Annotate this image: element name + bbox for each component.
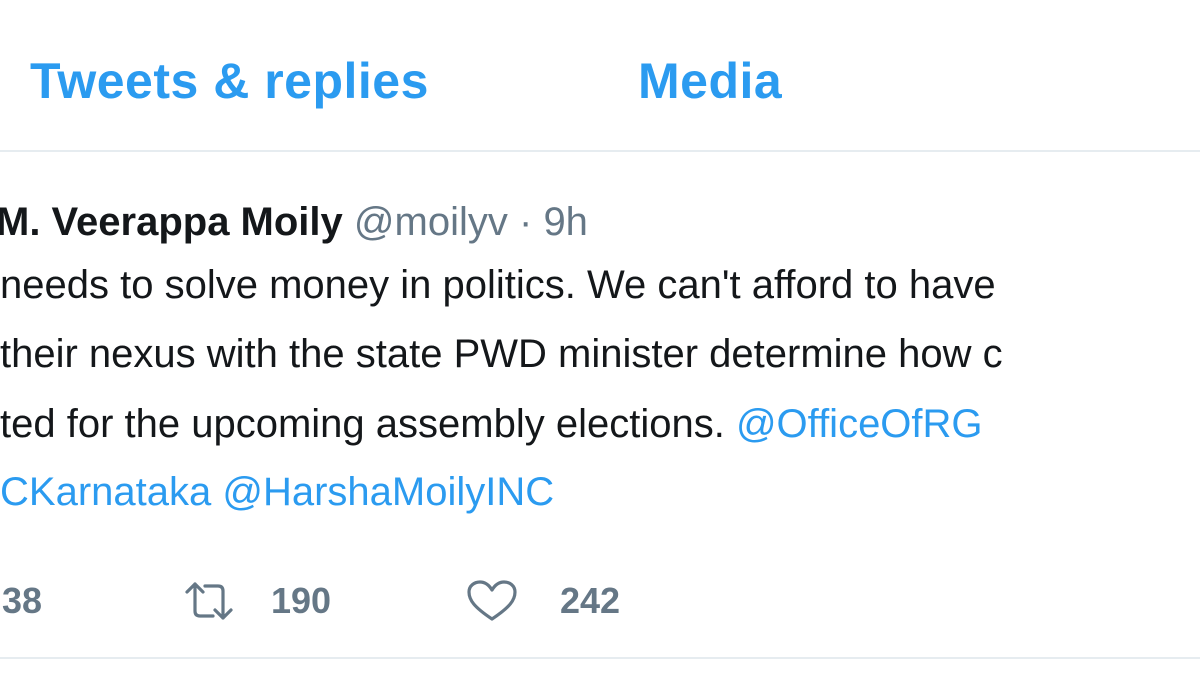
- retweet-button[interactable]: 190: [183, 576, 331, 626]
- tweet-text-line: their nexus with the state PWD minister …: [0, 332, 1003, 376]
- tweet-text-line: CKarnataka @HarshaMoilyINC: [0, 468, 554, 516]
- reply-button[interactable]: 38: [2, 576, 42, 626]
- retweet-count: 190: [271, 580, 332, 621]
- mention-link[interactable]: @OfficeOfRG: [736, 402, 983, 446]
- retweet-icon: [183, 579, 235, 623]
- profile-tabs-bar: Tweets & replies Media: [0, 0, 1200, 152]
- tweet-timestamp[interactable]: 9h: [543, 200, 588, 244]
- tweet-text-line: needs to solve money in politics. We can…: [0, 263, 996, 307]
- tweet-actions: 38 190 242: [0, 576, 1200, 626]
- tweet-text: ted for the upcoming assembly elections.: [0, 402, 725, 446]
- header-separator: ·: [518, 200, 533, 244]
- mention-link[interactable]: @HarshaMoilyINC: [222, 470, 554, 514]
- tweet-header: M. Veerappa Moily @moilyv · 9h: [0, 198, 588, 246]
- heart-icon: [466, 579, 518, 623]
- author-handle[interactable]: @moilyv: [354, 200, 508, 244]
- author-name[interactable]: M. Veerappa Moily: [0, 200, 343, 244]
- like-count: 242: [560, 580, 621, 621]
- tweet-text-line: ted for the upcoming assembly elections.…: [0, 400, 983, 448]
- like-button[interactable]: 242: [466, 576, 620, 626]
- twitter-profile-screenshot: Tweets & replies Media M. Veerappa Moily…: [0, 0, 1200, 675]
- reply-count: 38: [2, 580, 43, 621]
- tab-media[interactable]: Media: [638, 52, 782, 110]
- tweet[interactable]: M. Veerappa Moily @moilyv · 9h needs to …: [0, 152, 1200, 657]
- tweet-divider: [0, 657, 1200, 659]
- mention-link[interactable]: CKarnataka: [0, 470, 211, 514]
- tab-tweets-and-replies[interactable]: Tweets & replies: [30, 52, 429, 110]
